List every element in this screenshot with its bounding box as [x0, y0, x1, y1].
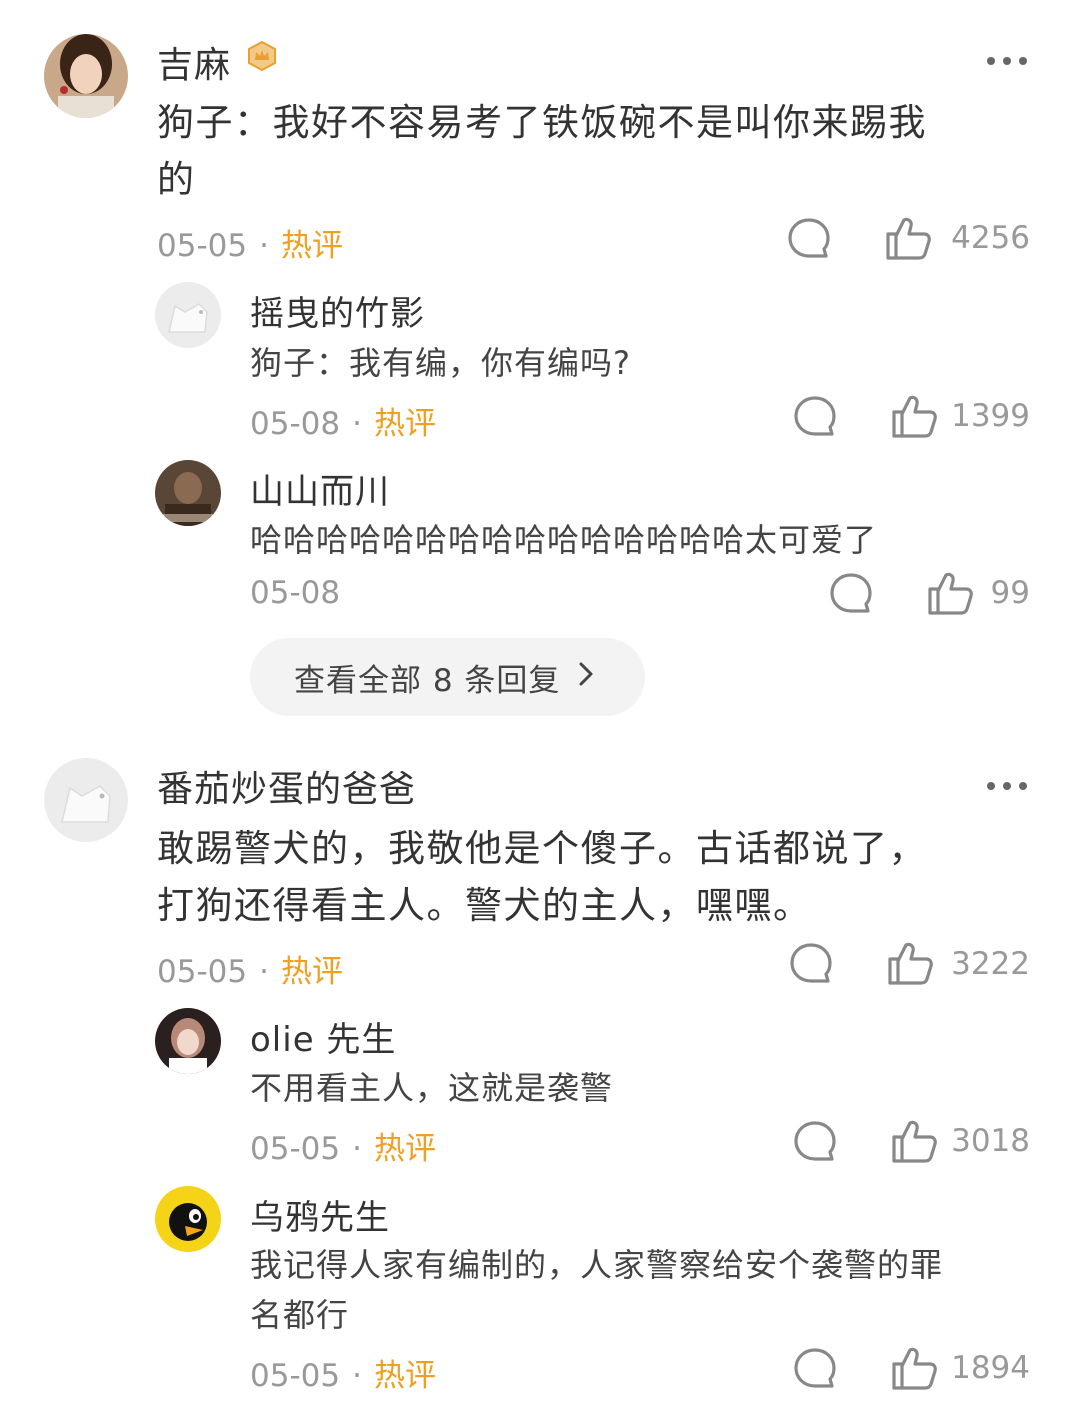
hot-tag: 热评: [280, 954, 343, 990]
comment-line: 打狗还得看主人。警犬的主人，嘿嘿。: [157, 884, 812, 927]
reply-line: 我记得人家有编制的，人家警察给安个袭警的罪: [250, 1246, 944, 1284]
like-thumb-icon[interactable]: [890, 392, 938, 440]
author-name[interactable]: 吉麻: [157, 36, 231, 88]
like-thumb-icon[interactable]: [890, 1117, 938, 1165]
hot-tag: 热评: [373, 1358, 436, 1394]
like-count: 3222: [951, 946, 1030, 982]
comment-date: 05-05: [157, 954, 248, 990]
like-count: 3018: [951, 1123, 1030, 1159]
vip-badge-icon: [246, 40, 278, 76]
comment-meta: 05-05 · 热评: [157, 946, 343, 991]
reply-meta: 05-08: [250, 575, 340, 611]
author-name[interactable]: 乌鸦先生: [250, 1190, 390, 1239]
view-all-replies-label: 查看全部 8 条回复: [294, 662, 561, 699]
avatar[interactable]: [44, 758, 128, 842]
reply-text: 狗子：我有编，你有编吗?: [250, 344, 631, 382]
like-count: 1399: [951, 398, 1030, 434]
separator: ·: [352, 406, 362, 442]
reply-meta: 05-08 · 热评: [250, 398, 436, 443]
reply-icon[interactable]: [788, 941, 834, 987]
reply-icon[interactable]: [828, 571, 874, 617]
reply-text: 不用看主人，这就是袭警: [250, 1069, 614, 1107]
like-thumb-icon[interactable]: [884, 214, 932, 262]
separator: ·: [259, 228, 269, 264]
avatar[interactable]: [155, 282, 221, 348]
reply-text: 哈哈哈哈哈哈哈哈哈哈哈哈哈哈哈太可爱了: [250, 521, 878, 559]
reply-line: 名都行: [250, 1296, 350, 1334]
chevron-right-icon: [578, 659, 594, 695]
more-options-icon[interactable]: [986, 767, 1028, 797]
reply-date: 05-05: [250, 1358, 341, 1394]
like-thumb-icon[interactable]: [886, 939, 934, 987]
comment-line: 的: [157, 158, 196, 201]
hot-tag: 热评: [373, 1131, 436, 1167]
author-name[interactable]: olie 先生: [250, 1012, 396, 1061]
view-all-replies-button[interactable]: 查看全部 8 条回复: [250, 638, 645, 716]
avatar[interactable]: [155, 1186, 221, 1252]
author-name[interactable]: 摇曳的竹影: [250, 286, 425, 335]
like-thumb-icon[interactable]: [926, 569, 974, 617]
comment-line: 狗子：我好不容易考了铁饭碗不是叫你来踢我: [157, 101, 927, 144]
comment-line: 敢踢警犬的，我敬他是个傻子。古话都说了，: [157, 827, 927, 870]
reply-meta: 05-05 · 热评: [250, 1123, 436, 1168]
author-name[interactable]: 番茄炒蛋的爸爸: [157, 760, 416, 812]
hot-tag: 热评: [280, 228, 343, 264]
like-count: 1894: [951, 1350, 1030, 1386]
reply-text: 我记得人家有编制的，人家警察给安个袭警的罪 名都行: [250, 1240, 1050, 1340]
like-count: 99: [990, 575, 1030, 611]
avatar[interactable]: [44, 34, 128, 118]
separator: ·: [259, 954, 269, 990]
reply-icon[interactable]: [792, 1119, 838, 1165]
more-options-icon[interactable]: [986, 42, 1028, 72]
reply-icon[interactable]: [792, 394, 838, 440]
author-name[interactable]: 山山而川: [250, 464, 390, 513]
reply-icon[interactable]: [786, 216, 832, 262]
like-thumb-icon[interactable]: [890, 1344, 938, 1392]
comment-date: 05-05: [157, 228, 248, 264]
avatar[interactable]: [155, 460, 221, 526]
comment-text: 敢踢警犬的，我敬他是个傻子。古话都说了， 打狗还得看主人。警犬的主人，嘿嘿。: [157, 820, 1057, 934]
reply-icon[interactable]: [792, 1346, 838, 1392]
reply-date: 05-08: [250, 406, 341, 442]
like-count: 4256: [951, 220, 1030, 256]
hot-tag: 热评: [373, 406, 436, 442]
avatar[interactable]: [155, 1008, 221, 1074]
separator: ·: [352, 1358, 362, 1394]
comment-text: 狗子：我好不容易考了铁饭碗不是叫你来踢我 的: [157, 94, 1057, 208]
reply-date: 05-05: [250, 1131, 341, 1167]
reply-date: 05-08: [250, 575, 341, 611]
separator: ·: [352, 1131, 362, 1167]
reply-meta: 05-05 · 热评: [250, 1350, 436, 1395]
comment-meta: 05-05 · 热评: [157, 220, 343, 265]
